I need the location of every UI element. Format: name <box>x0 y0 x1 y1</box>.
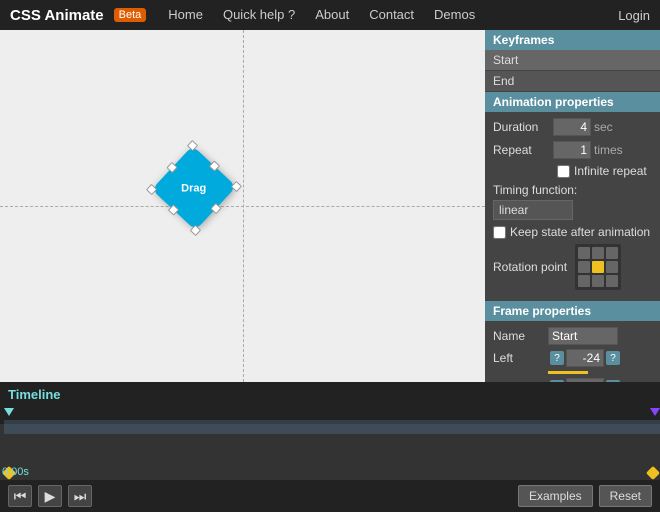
keep-state-checkbox[interactable] <box>493 226 506 239</box>
timeline-header: Timeline <box>0 382 660 406</box>
infinite-repeat-checkbox[interactable] <box>557 165 570 178</box>
logo: CSS Animate <box>10 7 104 24</box>
duration-unit: sec <box>594 120 613 134</box>
play-button[interactable]: ▶ <box>38 485 62 507</box>
login-button[interactable]: Login <box>618 8 650 23</box>
handle-middle-right[interactable] <box>209 161 220 172</box>
handle-top-middle[interactable] <box>166 162 177 173</box>
timeline-bar <box>4 420 660 434</box>
timeline-node-end[interactable] <box>646 466 660 480</box>
duration-label: Duration <box>493 120 553 134</box>
timeline-track[interactable]: 0.00s <box>0 406 660 480</box>
frame-name-row: Name <box>493 327 652 345</box>
rot-cell-4[interactable] <box>592 261 604 273</box>
nav-quick-help[interactable]: Quick help ? <box>215 0 303 30</box>
repeat-row: Repeat times <box>493 141 652 159</box>
keyframes-section: Keyframes Start End <box>485 30 660 92</box>
handle-middle-left[interactable] <box>168 205 179 216</box>
rot-cell-1[interactable] <box>592 247 604 259</box>
rot-cell-8[interactable] <box>606 275 618 287</box>
time-display: 0.00s <box>2 466 29 478</box>
rotation-grid <box>575 244 621 290</box>
rot-cell-6[interactable] <box>578 275 590 287</box>
timing-function-label: Timing function: <box>493 183 652 197</box>
repeat-unit: times <box>594 143 623 157</box>
keep-state-label: Keep state after animation <box>510 225 650 239</box>
handle-top-left[interactable] <box>146 184 157 195</box>
controls-row: ⏮ ▶ ⏭ Examples Reset <box>0 480 660 512</box>
rot-cell-7[interactable] <box>592 275 604 287</box>
right-panel: Keyframes Start End Animation properties… <box>485 30 660 382</box>
main-area: Drag Keyframes Start End Animation prope… <box>0 30 660 382</box>
beta-badge: Beta <box>114 8 147 22</box>
frame-left-input[interactable] <box>566 349 604 367</box>
handle-bottom-right[interactable] <box>231 181 242 192</box>
nav-contact[interactable]: Contact <box>361 0 422 30</box>
handle-top-right[interactable] <box>187 140 198 151</box>
left-help-icon[interactable]: ? <box>550 351 564 365</box>
infinite-repeat-label: Infinite repeat <box>574 164 647 178</box>
duration-input[interactable] <box>553 118 591 136</box>
rewind-button[interactable]: ⏮ <box>8 485 32 507</box>
duration-row: Duration sec <box>493 118 652 136</box>
rot-cell-0[interactable] <box>578 247 590 259</box>
animation-properties-section: Animation properties Duration sec Repeat… <box>485 92 660 301</box>
nav-about[interactable]: About <box>307 0 357 30</box>
handle-bottom-left[interactable] <box>190 225 201 236</box>
draggable-element[interactable]: Drag <box>152 146 237 231</box>
handle-bottom-middle[interactable] <box>210 203 221 214</box>
timing-function-value[interactable]: linear <box>493 200 573 220</box>
rotation-point-label: Rotation point <box>493 260 567 274</box>
playhead-end[interactable] <box>650 408 660 416</box>
rotation-point-row: Rotation point <box>493 244 652 290</box>
frame-name-input[interactable] <box>548 327 618 345</box>
nav-home[interactable]: Home <box>160 0 211 30</box>
frame-left-row: Left ? ? <box>493 349 652 367</box>
playhead-start[interactable] <box>4 408 14 416</box>
keyframe-end[interactable]: End <box>485 71 660 92</box>
rot-cell-2[interactable] <box>606 247 618 259</box>
repeat-input[interactable] <box>553 141 591 159</box>
frame-name-label: Name <box>493 329 548 343</box>
keyframes-title: Keyframes <box>485 30 660 50</box>
left-info-icon[interactable]: ? <box>606 351 620 365</box>
keyframe-start[interactable]: Start <box>485 50 660 71</box>
canvas-vertical-guide <box>243 30 244 382</box>
timeline-area: Timeline 0.00s ⏮ ▶ ⏭ Examples Reset <box>0 382 660 512</box>
rot-cell-5[interactable] <box>606 261 618 273</box>
forward-button[interactable]: ⏭ <box>68 485 92 507</box>
timeline-title: Timeline <box>8 387 61 402</box>
reset-button[interactable]: Reset <box>599 485 652 507</box>
header: CSS Animate Beta Home Quick help ? About… <box>0 0 660 30</box>
repeat-label: Repeat <box>493 143 553 157</box>
left-indicator <box>548 371 588 374</box>
examples-button[interactable]: Examples <box>518 485 593 507</box>
infinite-repeat-row: Infinite repeat <box>493 164 652 178</box>
canvas-area[interactable]: Drag <box>0 30 485 382</box>
drag-label: Drag <box>181 182 206 194</box>
rot-cell-3[interactable] <box>578 261 590 273</box>
frame-properties-title: Frame properties <box>485 301 660 321</box>
frame-properties-section: Frame properties Name Left ? ? Top ? <box>485 301 660 382</box>
keep-state-row: Keep state after animation <box>493 225 652 239</box>
animation-properties-title: Animation properties <box>485 92 660 112</box>
frame-left-label: Left <box>493 351 548 365</box>
nav-demos[interactable]: Demos <box>426 0 483 30</box>
